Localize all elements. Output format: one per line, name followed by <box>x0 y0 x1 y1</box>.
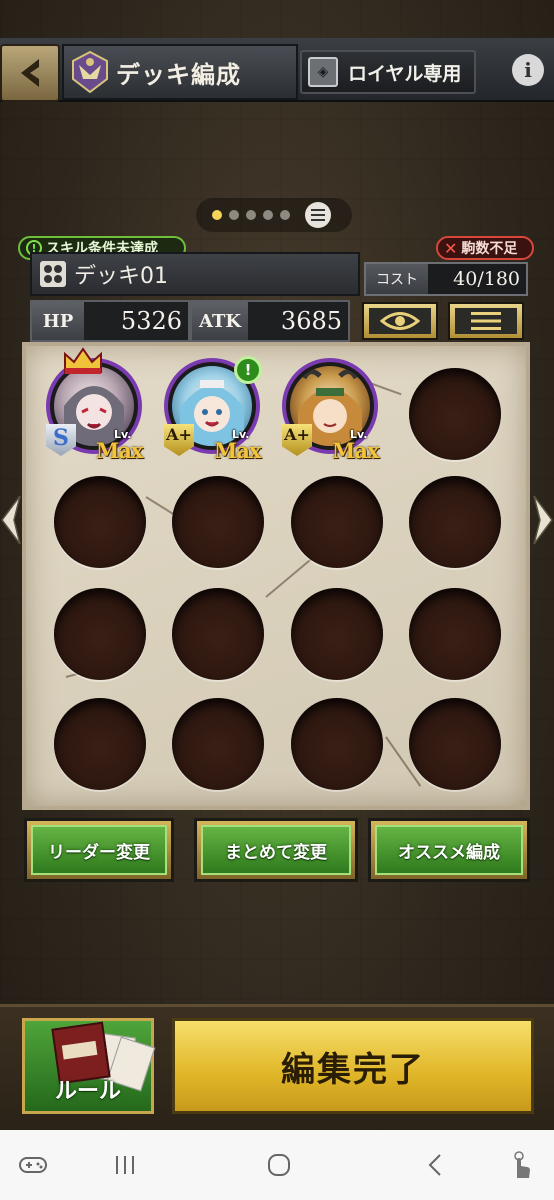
touch-protection-icon[interactable] <box>506 1148 536 1182</box>
back-arrow-icon <box>21 59 39 87</box>
unit-card[interactable]: A+ Lv. Max <box>280 352 390 463</box>
rank-badge: S <box>46 424 76 456</box>
empty-slot[interactable] <box>291 588 383 680</box>
level-max: Max <box>96 438 143 463</box>
eye-icon <box>380 312 420 330</box>
deck-name-text: デッキ01 <box>74 264 168 289</box>
recommended-deck-button[interactable]: オススメ編成 <box>368 818 530 882</box>
rank-badge: A+ <box>164 424 194 456</box>
back-nav-icon[interactable] <box>420 1148 450 1182</box>
view-button[interactable] <box>362 302 438 340</box>
leader-crown-icon <box>64 347 102 374</box>
piece-shortage-badge: ✕ 駒数不足 <box>436 236 534 260</box>
title-panel: デッキ編成 <box>62 44 298 100</box>
page-dot-2[interactable] <box>229 210 239 220</box>
next-page-arrow-icon[interactable] <box>532 494 554 546</box>
rules-label: ルール <box>54 1079 121 1104</box>
royal-emblem-icon <box>64 46 116 98</box>
empty-slot[interactable] <box>54 588 146 680</box>
deck-name-field[interactable]: デッキ01 <box>30 252 360 296</box>
empty-slot[interactable] <box>172 476 264 568</box>
unit-card-leader[interactable]: S Lv. Max <box>44 347 154 463</box>
deck-list-icon[interactable] <box>305 202 331 228</box>
hp-stat: HP 5326 <box>30 300 190 342</box>
cost-display: コスト 40/180 <box>364 262 528 296</box>
atk-value: 3685 <box>280 307 342 335</box>
change-leader-button[interactable]: リーダー変更 <box>24 818 174 882</box>
empty-slot[interactable] <box>54 698 146 790</box>
unit-card[interactable]: ! A+ Lv. Max <box>162 352 272 463</box>
deck-icon <box>40 261 66 287</box>
empty-slot[interactable] <box>172 588 264 680</box>
game-tools-icon[interactable] <box>18 1148 48 1182</box>
atk-label: ATK <box>192 302 248 340</box>
empty-slot[interactable] <box>291 476 383 568</box>
deck-class-icon: ◈ <box>308 57 338 87</box>
rules-button[interactable]: ルール <box>22 1018 156 1114</box>
page-dot-4[interactable] <box>263 210 273 220</box>
page-dot-1[interactable] <box>212 210 222 220</box>
page-title: デッキ編成 <box>116 60 241 89</box>
menu-icon <box>471 312 501 330</box>
recent-apps-icon[interactable] <box>110 1148 140 1182</box>
cross-icon: ✕ <box>444 238 458 258</box>
change-leader-label: リーダー変更 <box>31 825 167 875</box>
back-button[interactable] <box>0 44 60 102</box>
class-label-text: ロイヤル専用 <box>348 62 462 85</box>
empty-slot[interactable] <box>172 698 264 790</box>
empty-slot[interactable] <box>54 476 146 568</box>
lack-badge-text: 駒数不足 <box>461 241 518 257</box>
empty-slot[interactable] <box>409 476 501 568</box>
deck-pager <box>196 198 352 232</box>
bulk-change-label: まとめて変更 <box>201 825 351 875</box>
level-max: Max <box>332 438 379 463</box>
hp-value: 5326 <box>120 307 182 335</box>
empty-slot[interactable] <box>409 588 501 680</box>
finish-editing-label: 編集完了 <box>281 1049 425 1090</box>
empty-slot[interactable] <box>291 698 383 790</box>
info-icon: i <box>524 58 532 82</box>
level-max: Max <box>214 438 261 463</box>
prev-page-arrow-icon[interactable] <box>0 494 22 546</box>
recommended-label: オススメ編成 <box>375 825 523 875</box>
empty-slot[interactable] <box>409 368 501 460</box>
atk-stat: ATK 3685 <box>190 300 350 342</box>
bulk-change-button[interactable]: まとめて変更 <box>194 818 358 882</box>
hp-label: HP <box>32 302 84 340</box>
empty-slot[interactable] <box>409 698 501 790</box>
menu-button[interactable] <box>448 302 524 340</box>
cost-value: 40/180 <box>453 268 520 290</box>
alert-icon: ! <box>234 356 262 384</box>
class-filter-label: ◈ ロイヤル専用 <box>300 50 476 94</box>
info-button[interactable]: i <box>512 54 544 86</box>
home-icon[interactable] <box>264 1148 294 1182</box>
finish-editing-button[interactable]: 編集完了 <box>172 1018 534 1114</box>
page-dot-3[interactable] <box>246 210 256 220</box>
system-navigation-bar <box>0 1130 554 1200</box>
page-dot-5[interactable] <box>280 210 290 220</box>
rank-badge: A+ <box>282 424 312 456</box>
cost-label: コスト <box>366 264 428 294</box>
